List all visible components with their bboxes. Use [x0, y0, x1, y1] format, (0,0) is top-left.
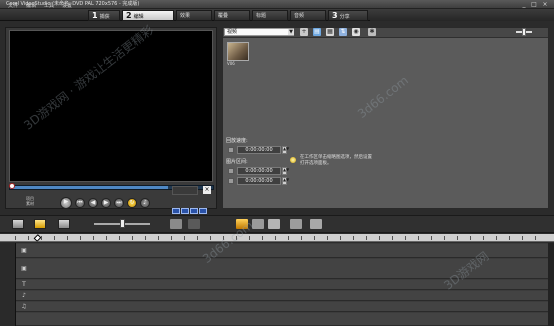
step-number: 1 — [92, 11, 98, 20]
overlay-track-icon: ▣ — [21, 265, 27, 272]
preview-timecode[interactable] — [172, 186, 198, 195]
ruler-ticks — [15, 236, 545, 240]
video-track[interactable] — [16, 244, 548, 258]
timeline-scrollbar[interactable] — [548, 243, 554, 326]
menu-tools[interactable]: 工具 — [44, 2, 54, 10]
zoom-knob[interactable] — [120, 219, 125, 228]
step-share-tab[interactable]: 3 分享 — [328, 10, 368, 21]
voice-track[interactable] — [16, 291, 548, 301]
library-manager-icon[interactable]: ▦ — [326, 28, 334, 36]
start-icon — [228, 168, 234, 174]
track-manager-icon[interactable] — [290, 219, 302, 229]
repeat-button[interactable]: ↻ — [127, 198, 137, 208]
close-button[interactable]: × — [541, 1, 549, 8]
auto-music-icon[interactable] — [268, 219, 280, 229]
play-button[interactable]: ▶ — [60, 197, 72, 209]
track-headers — [0, 243, 16, 326]
mark-in-button[interactable] — [172, 208, 180, 214]
scrub-fill — [10, 186, 168, 189]
title-track[interactable] — [16, 280, 548, 290]
step-label: 捕获 — [99, 14, 110, 20]
music-track-icon: ♫ — [21, 303, 27, 310]
step-overlay-tab[interactable]: 覆叠 — [214, 10, 250, 21]
home-button[interactable]: ⏮ — [75, 198, 85, 208]
timecode-spinner-3[interactable]: ▲▼ — [282, 177, 289, 185]
step-label: 分享 — [339, 14, 350, 20]
folder-icon[interactable]: ▤ — [313, 28, 321, 36]
storyboard-view-button[interactable] — [12, 219, 24, 229]
step-label: 音频 — [294, 13, 305, 19]
lightbulb-icon — [290, 157, 296, 163]
video-editor-window: Corel VideoStudio (未命名, DVD PAL 720x576 … — [0, 0, 554, 326]
timecode-field-2[interactable]: 0:00:00:00 — [237, 167, 281, 175]
menu-settings[interactable]: 设置 — [62, 2, 72, 10]
end-button[interactable]: ⏭ — [114, 198, 124, 208]
close-preview-icon[interactable]: × — [203, 186, 211, 194]
scrub-head-icon[interactable] — [9, 183, 15, 189]
next-frame-button[interactable]: ▶ — [101, 198, 111, 208]
step-title-tab[interactable]: 标题 — [252, 10, 288, 21]
step-bar-filler — [370, 10, 554, 21]
music-track[interactable] — [16, 302, 548, 312]
minimize-button[interactable]: _ — [520, 1, 528, 8]
undo-icon[interactable] — [170, 219, 182, 229]
duration-label: 图片区间: — [226, 159, 248, 165]
chapter-icon[interactable] — [310, 219, 322, 229]
options-icon[interactable]: ✱ — [368, 28, 376, 36]
play-mode-toggle[interactable]: 项目 素材 — [18, 196, 42, 206]
slider-knob[interactable] — [522, 28, 526, 36]
timecode-spinner-2[interactable]: ▲▼ — [282, 167, 289, 175]
step-number: 3 — [332, 11, 338, 20]
enlarge-button[interactable] — [199, 208, 207, 214]
library-thumbnail[interactable] — [227, 42, 249, 61]
extra-track[interactable] — [16, 313, 548, 326]
video-track-icon: ▣ — [21, 247, 27, 254]
library-category-select[interactable]: 视频 — [224, 28, 294, 36]
step-audio-tab[interactable]: 音频 — [290, 10, 326, 21]
step-label: 效果 — [180, 13, 191, 19]
import-icon[interactable]: + — [300, 28, 308, 36]
thumbnail-label: V06 — [227, 61, 235, 66]
playback-speed-label: 回放速度: — [226, 138, 248, 144]
redo-icon[interactable] — [188, 219, 200, 229]
view-icon[interactable]: ◉ — [352, 28, 360, 36]
audio-view-button[interactable] — [58, 219, 70, 229]
timecode-field-1[interactable]: 0:00:00:00 — [237, 146, 281, 154]
maximize-button[interactable]: □ — [530, 1, 538, 8]
timecode-spinner-1[interactable]: ▲▼ — [282, 146, 289, 154]
sort-icon[interactable]: ⇅ — [339, 28, 347, 36]
timecode-field-3[interactable]: 0:00:00:00 — [237, 177, 281, 185]
split-button[interactable] — [190, 208, 198, 214]
step-number: 2 — [126, 11, 132, 20]
mark-out-button[interactable] — [181, 208, 189, 214]
step-label: 覆叠 — [218, 13, 229, 19]
step-edit-tab[interactable]: 2 编辑 — [122, 10, 174, 21]
title-track-icon: T — [22, 281, 26, 288]
clock-icon — [228, 147, 234, 153]
chevron-down-icon[interactable]: ▼ — [288, 29, 294, 35]
end-icon — [228, 178, 234, 184]
hint-line-2: 打开选项面板。 — [300, 161, 332, 166]
step-label: 标题 — [256, 13, 267, 19]
timeline-view-button[interactable] — [34, 219, 46, 229]
step-effect-tab[interactable]: 效果 — [176, 10, 212, 21]
hint-text: 在工作区单击缩略图选项，然后设置 打开选项面板。 — [300, 155, 410, 167]
volume-button[interactable]: ♪ — [140, 198, 150, 208]
step-label: 编辑 — [133, 14, 144, 20]
step-capture-tab[interactable]: 1 捕获 — [88, 10, 120, 21]
prev-frame-button[interactable]: ◀ — [88, 198, 98, 208]
menu-file[interactable]: 文件 — [8, 2, 18, 10]
voice-track-icon: ♪ — [22, 292, 26, 299]
menu-edit[interactable]: 编辑 — [26, 2, 36, 10]
play-mode-sub: 素材 — [26, 201, 34, 206]
